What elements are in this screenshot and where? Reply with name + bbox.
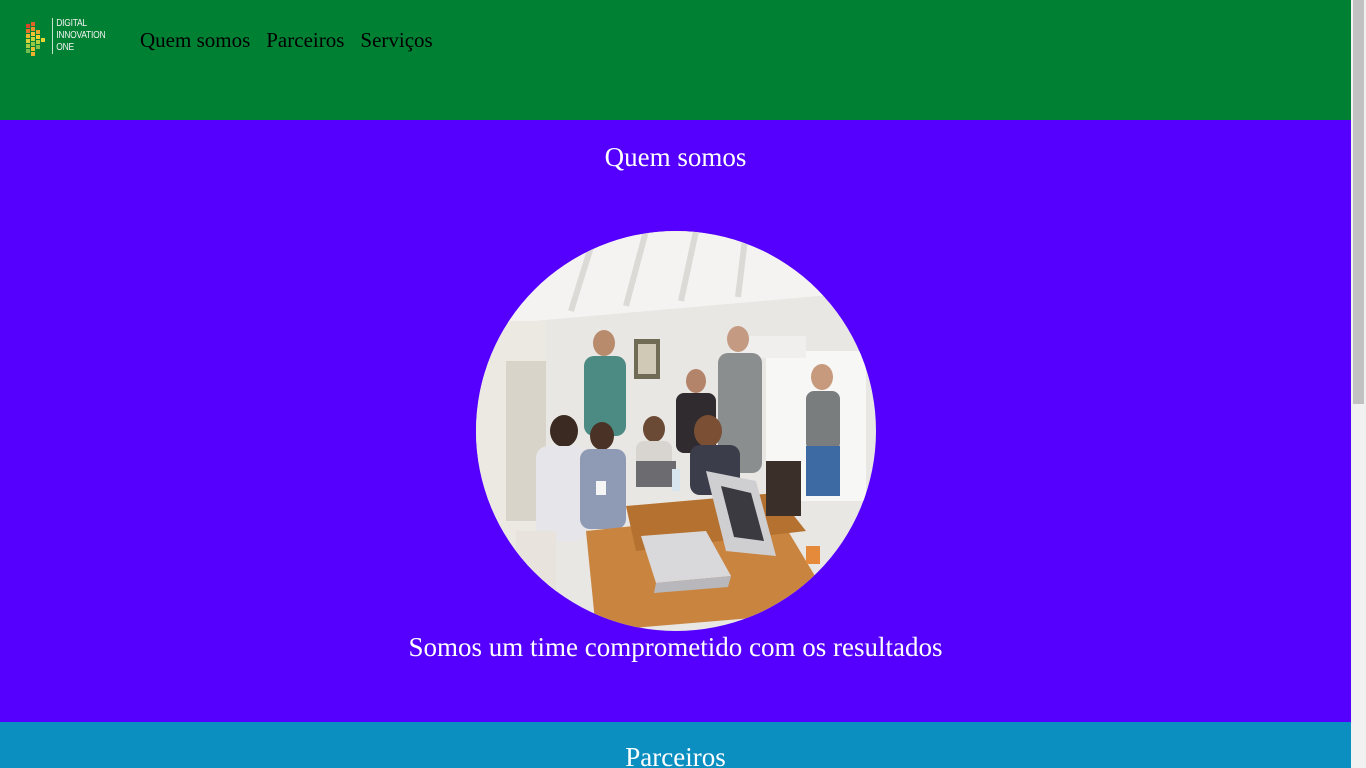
nav-link-servicos[interactable]: Serviços	[360, 28, 432, 52]
logo-line: INNOVATION	[56, 30, 106, 41]
team-photo	[476, 231, 876, 631]
site-header: DIGITAL INNOVATION ONE Quem somos Parcei…	[0, 0, 1351, 120]
partners-title: Parceiros	[625, 742, 726, 768]
logo-line: DIGITAL	[56, 18, 87, 29]
about-section: Quem somos Somos um time comprometido co…	[0, 120, 1351, 722]
about-title: Quem somos	[604, 142, 747, 172]
logo-text: DIGITAL INNOVATION ONE	[52, 18, 106, 54]
partners-section: Parceiros	[0, 722, 1351, 768]
main-nav: Quem somos Parceiros Serviços	[140, 28, 433, 52]
page-scrollbar[interactable]	[1351, 0, 1366, 768]
dio-logo-icon	[26, 22, 45, 56]
team-photo-image	[476, 231, 876, 631]
nav-link-quem-somos[interactable]: Quem somos	[140, 28, 250, 52]
logo[interactable]: DIGITAL INNOVATION ONE	[20, 14, 110, 66]
about-tagline: Somos um time comprometido com os result…	[408, 632, 943, 662]
logo-line: ONE	[56, 42, 74, 53]
page: DIGITAL INNOVATION ONE Quem somos Parcei…	[0, 0, 1351, 768]
scrollbar-thumb[interactable]	[1353, 0, 1364, 404]
nav-link-parceiros[interactable]: Parceiros	[266, 28, 344, 52]
